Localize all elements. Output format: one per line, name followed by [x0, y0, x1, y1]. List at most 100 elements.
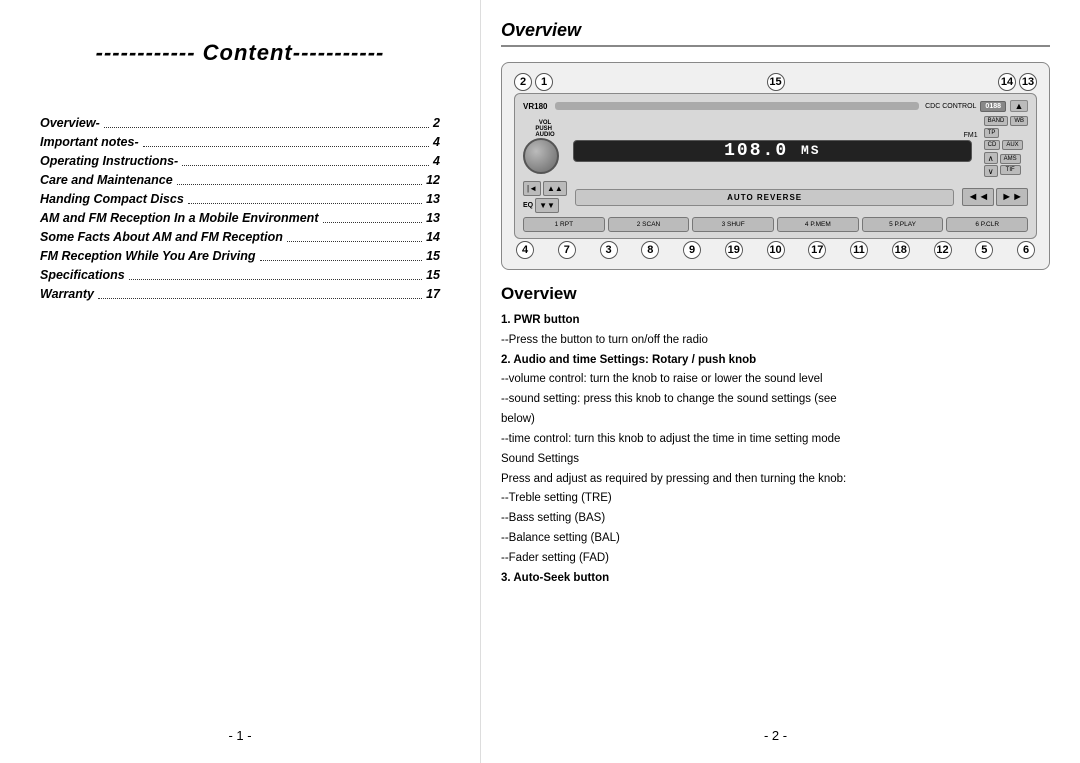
toc-item: Important notes- 4 — [40, 135, 440, 149]
num-label-6: 6 — [1017, 241, 1035, 259]
overview-content: 1. PWR button--Press the button to turn … — [501, 312, 1050, 589]
preset-button[interactable]: 1 RPT — [523, 217, 605, 232]
toc-page: 14 — [426, 230, 440, 244]
toc-page: 4 — [433, 154, 440, 168]
right-panel: Overview 2 1 15 14 13 VR180 CDC CONTROL — [481, 0, 1080, 763]
preset-button[interactable]: 6 P.CLR — [946, 217, 1028, 232]
wb-button[interactable]: WB — [1010, 116, 1028, 126]
toc-dots — [129, 268, 422, 280]
overview-item: --volume control: turn the knob to raise… — [501, 371, 1050, 389]
overview-item: 2. Audio and time Settings: Rotary / pus… — [501, 352, 1050, 370]
toc-page: 13 — [426, 211, 440, 225]
tp-button[interactable]: TP — [984, 128, 1000, 138]
toc-label: Specifications — [40, 268, 125, 282]
num-label-4: 4 — [516, 241, 534, 259]
toc-label: Important notes- — [40, 135, 139, 149]
preset-buttons-row: 1 RPT2 SCAN3 SHUF4 P.MEM5 P.PLAY6 P.CLR — [523, 217, 1028, 232]
toc-dots — [177, 173, 422, 185]
overview-item: Sound Settings — [501, 451, 1050, 469]
ams-button[interactable]: AMS — [1000, 154, 1021, 164]
toc-page: 2 — [433, 116, 440, 130]
radio-diagram: 2 1 15 14 13 VR180 CDC CONTROL 0188 ▲ — [501, 62, 1050, 270]
toc-label: Warranty — [40, 287, 94, 301]
table-of-contents: Overview- 2 Important notes- 4 Operating… — [40, 116, 440, 306]
radio-middle: VOL PUSHAUDIO FM1 108.0 MS BAND — [523, 116, 1028, 177]
toc-page: 15 — [426, 249, 440, 263]
seek-up-button[interactable]: ▲▲ — [543, 181, 567, 196]
volume-knob[interactable] — [523, 138, 559, 174]
push-audio-label: PUSHAUDIO — [535, 126, 554, 138]
tif-button[interactable]: TIF — [1000, 165, 1021, 175]
toc-item: Warranty 17 — [40, 287, 440, 301]
radio-display: 108.0 MS — [573, 140, 972, 162]
toc-page: 15 — [426, 268, 440, 282]
overview-item: --Fader setting (FAD) — [501, 550, 1050, 568]
eject-button[interactable]: ▲ — [1010, 100, 1028, 112]
fastfwd-button[interactable]: ►► — [996, 188, 1028, 206]
num-label-10: 10 — [767, 241, 785, 259]
prev-track-button[interactable]: |◄ — [523, 181, 541, 196]
overview-item: --Treble setting (TRE) — [501, 490, 1050, 508]
toc-dots — [143, 135, 429, 147]
left-panel: ------------ Content----------- Overview… — [0, 0, 480, 763]
fm-label: FM1 — [964, 132, 978, 139]
bottom-number-labels: 4738919101711181256 — [514, 239, 1037, 259]
toc-label: AM and FM Reception In a Mobile Environm… — [40, 211, 319, 225]
toc-page: 4 — [433, 135, 440, 149]
num-label-12: 12 — [934, 241, 952, 259]
toc-label: Some Facts About AM and FM Reception — [40, 230, 283, 244]
overview-item: --Balance setting (BAL) — [501, 530, 1050, 548]
seek-down-button[interactable]: ▼▼ — [535, 198, 559, 213]
cd-slot — [555, 102, 919, 110]
toc-dots — [188, 192, 422, 204]
toc-dots — [260, 249, 423, 261]
num-label-9: 9 — [683, 241, 701, 259]
num-label-3: 3 — [600, 241, 618, 259]
cdc-display: 0188 — [980, 101, 1006, 112]
preset-button[interactable]: 3 SHUF — [692, 217, 774, 232]
num-label-5: 5 — [975, 241, 993, 259]
content-title: ------------ Content----------- — [96, 40, 385, 66]
toc-item: Specifications 15 — [40, 268, 440, 282]
toc-label: Overview- — [40, 116, 100, 130]
toc-item: Handing Compact Discs 13 — [40, 192, 440, 206]
auto-reverse-button[interactable]: AUTO REVERSE — [575, 189, 955, 206]
toc-dots — [104, 116, 429, 128]
num-label-2: 2 — [514, 73, 532, 91]
overview-item: --Bass setting (BAS) — [501, 510, 1050, 528]
radio-body: VR180 CDC CONTROL 0188 ▲ VOL PUSHAUDIO F… — [514, 93, 1037, 239]
eq-label: EQ — [523, 202, 533, 209]
overview-section-title: Overview — [501, 284, 1050, 304]
aux-button[interactable]: AUX — [1002, 140, 1022, 150]
num-label-1: 1 — [535, 73, 553, 91]
num-label-13: 13 — [1019, 73, 1037, 91]
overview-item: --sound setting: press this knob to chan… — [501, 391, 1050, 409]
band-button[interactable]: BAND — [984, 116, 1009, 126]
down-arrow-button[interactable]: ∨ — [984, 165, 998, 177]
toc-item: FM Reception While You Are Driving 15 — [40, 249, 440, 263]
toc-dots — [98, 287, 422, 299]
toc-item: Some Facts About AM and FM Reception 14 — [40, 230, 440, 244]
toc-page: 17 — [426, 287, 440, 301]
cd-button[interactable]: CD — [984, 140, 1001, 150]
radio-top-bar: VR180 CDC CONTROL 0188 ▲ — [523, 100, 1028, 112]
overview-item: 3. Auto-Seek button — [501, 570, 1050, 588]
overview-item: --Press the button to turn on/off the ra… — [501, 332, 1050, 350]
up-arrow-button[interactable]: ∧ — [984, 152, 998, 164]
toc-item: Overview- 2 — [40, 116, 440, 130]
preset-button[interactable]: 5 P.PLAY — [862, 217, 944, 232]
toc-page: 13 — [426, 192, 440, 206]
num-label-14: 14 — [998, 73, 1016, 91]
rewind-button[interactable]: ◄◄ — [962, 188, 994, 206]
preset-button[interactable]: 2 SCAN — [608, 217, 690, 232]
overview-item: Press and adjust as required by pressing… — [501, 471, 1050, 489]
overview-title-top: Overview — [501, 20, 1050, 47]
cdc-label: CDC CONTROL — [925, 103, 976, 110]
toc-label: Care and Maintenance — [40, 173, 173, 187]
toc-item: AM and FM Reception In a Mobile Environm… — [40, 211, 440, 225]
toc-page: 12 — [426, 173, 440, 187]
radio-brand: VR180 — [523, 102, 547, 111]
overview-item: --time control: turn this knob to adjust… — [501, 431, 1050, 449]
toc-dots — [323, 211, 423, 223]
preset-button[interactable]: 4 P.MEM — [777, 217, 859, 232]
